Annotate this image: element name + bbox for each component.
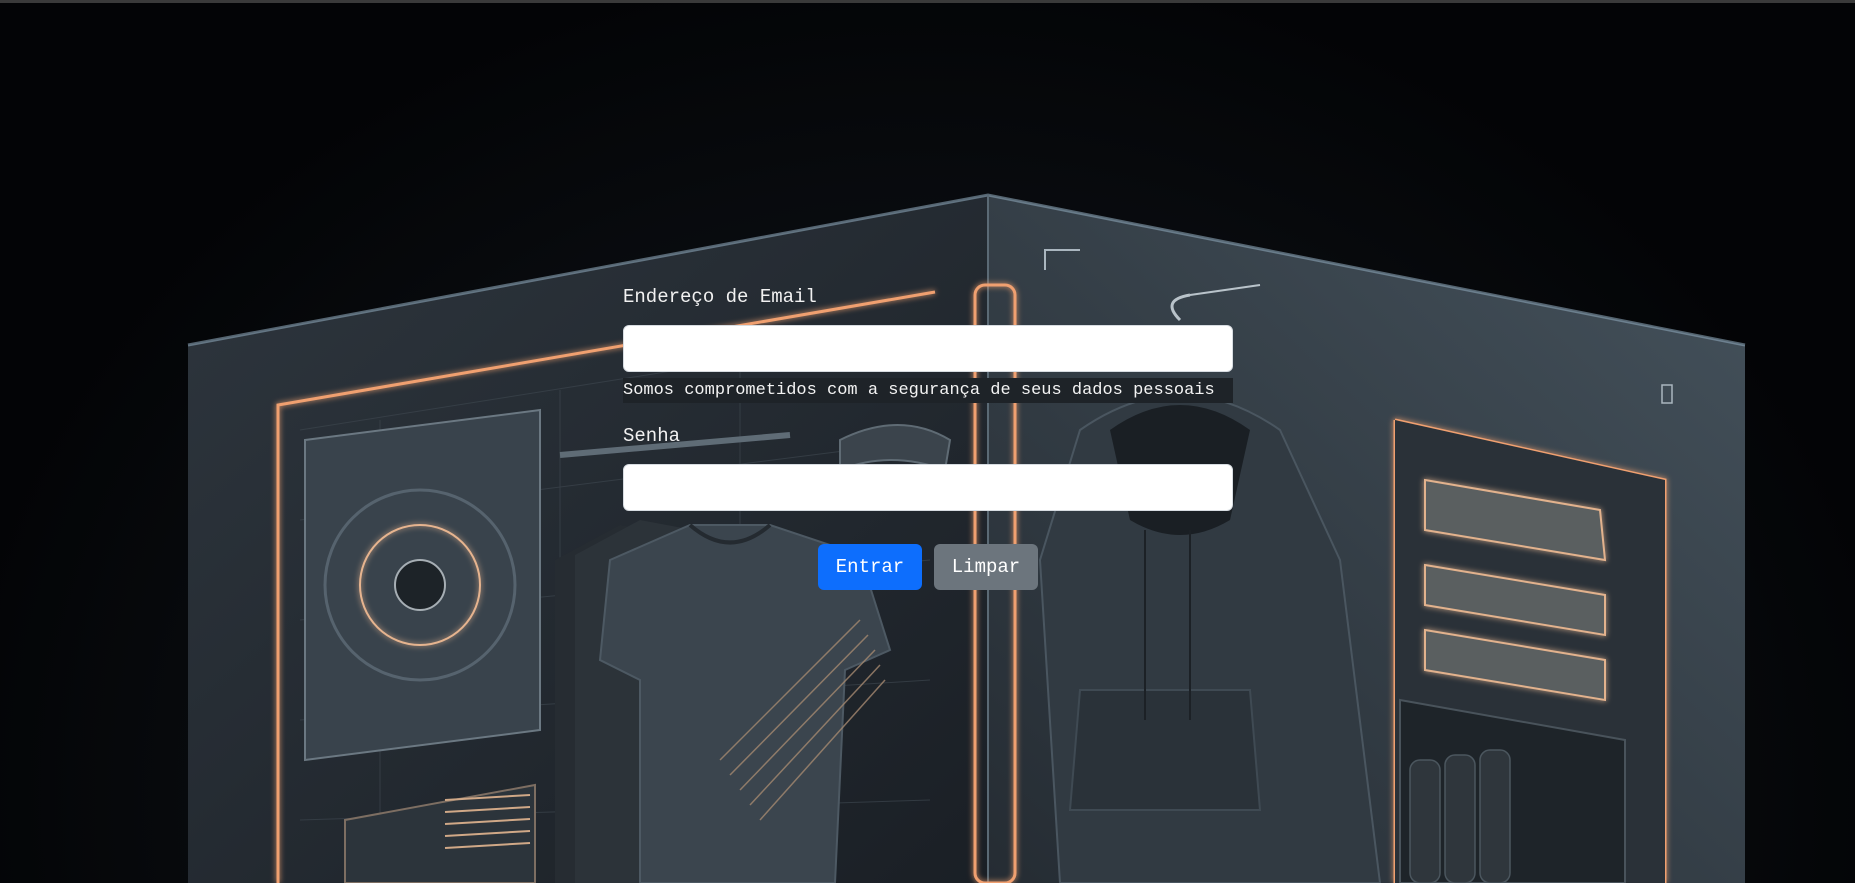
form-actions: Entrar Limpar <box>818 544 1038 590</box>
reset-button[interactable]: Limpar <box>934 544 1038 590</box>
login-page: Endereço de Email Somos comprometidos co… <box>0 0 1855 883</box>
shelf-panel <box>1395 420 1665 883</box>
email-label: Endereço de Email <box>623 286 817 308</box>
submit-button[interactable]: Entrar <box>818 544 922 590</box>
password-label: Senha <box>623 425 681 447</box>
speaker-panel <box>304 408 541 762</box>
login-form: Endereço de Email Somos comprometidos co… <box>623 285 1233 511</box>
password-field[interactable] <box>623 464 1233 511</box>
email-help-text: Somos comprometidos com a segurança de s… <box>623 378 1233 403</box>
email-field[interactable] <box>623 325 1233 372</box>
